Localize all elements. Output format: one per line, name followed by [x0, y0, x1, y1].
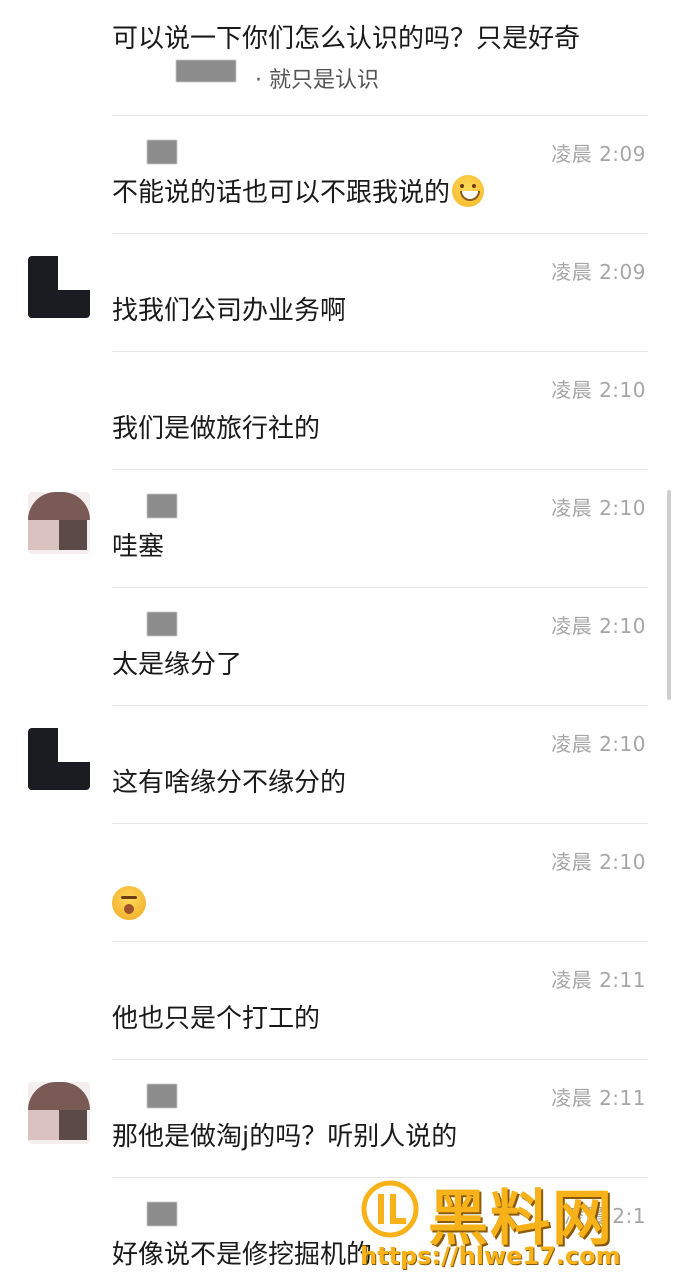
chat-message[interactable]: 凌晨 2:10 我们是做旅行社的	[0, 352, 676, 470]
blurred-name	[176, 60, 236, 82]
message-text: 太是缘分了	[112, 650, 243, 680]
message-time: 凌晨 2:11	[551, 968, 646, 992]
chat-message[interactable]: 凌晨 2:11 他也只是个打工的	[0, 942, 676, 1060]
message-time: 凌晨 2:10	[551, 850, 646, 874]
message-text: 找我们公司办业务啊	[112, 296, 347, 326]
message-time: 凌晨 2:10	[551, 378, 646, 402]
message-text: 哇塞	[112, 532, 165, 562]
avatar[interactable]	[28, 492, 90, 554]
chat-message[interactable]: 凌晨 2:10 太是缘分了	[0, 588, 676, 706]
chat-message[interactable]: 凌晨 2:11 那他是做淘j的吗？听别人说的	[0, 1060, 676, 1178]
message-text: 那他是做淘j的吗？听别人说的	[112, 1122, 458, 1152]
avatar[interactable]	[28, 256, 90, 318]
message-text: 他也只是个打工的	[112, 1004, 321, 1034]
message-time: 凌晨 2:10	[551, 614, 646, 638]
zipper-mouth-face-icon	[112, 886, 146, 920]
watermark: 黑料网 https://hlwe17.com	[354, 1170, 676, 1280]
avatar[interactable]	[28, 728, 90, 790]
avatar[interactable]	[28, 1082, 90, 1144]
grinning-face-icon	[452, 175, 485, 207]
scrollbar[interactable]	[667, 490, 671, 700]
chat-message[interactable]: 凌晨 2:09 不能说的话也可以不跟我说的	[0, 116, 676, 234]
blurred-name	[147, 140, 177, 164]
message-text: 可以说一下你们怎么认识的吗？只是好奇	[112, 24, 581, 54]
chat-message[interactable]: 凌晨 2:09 找我们公司办业务啊	[0, 234, 676, 352]
message-subtext: · 就只是认识	[255, 68, 379, 93]
message-time: 凌晨 2:10	[551, 496, 646, 520]
chat-message-top[interactable]: 可以说一下你们怎么认识的吗？只是好奇 · 就只是认识	[0, 0, 676, 116]
message-text: 这有啥缘分不缘分的	[112, 768, 347, 798]
chat-message[interactable]: 凌晨 2:10 哇塞	[0, 470, 676, 588]
message-text: 好像说不是修挖掘机的	[112, 1240, 373, 1270]
watermark-url: https://hlwe17.com	[360, 1242, 621, 1270]
message-text: 不能说的话也可以不跟我说的	[112, 172, 485, 209]
blurred-name	[147, 612, 177, 636]
chat-message[interactable]: 凌晨 2:10	[0, 824, 676, 942]
blurred-name	[147, 494, 177, 518]
watermark-logo-icon	[361, 1180, 419, 1238]
message-time: 凌晨 2:09	[551, 260, 646, 284]
blurred-name	[147, 1084, 177, 1108]
chat-message[interactable]: 凌晨 2:10 这有啥缘分不缘分的	[0, 706, 676, 824]
message-time: 凌晨 2:09	[551, 142, 646, 166]
message-time: 凌晨 2:11	[551, 1086, 646, 1110]
message-time: 凌晨 2:10	[551, 732, 646, 756]
message-text: 我们是做旅行社的	[112, 414, 321, 444]
chat-screen: 可以说一下你们怎么认识的吗？只是好奇 · 就只是认识 凌晨 2:09 不能说的话…	[0, 0, 676, 1280]
blurred-name	[147, 1202, 177, 1226]
